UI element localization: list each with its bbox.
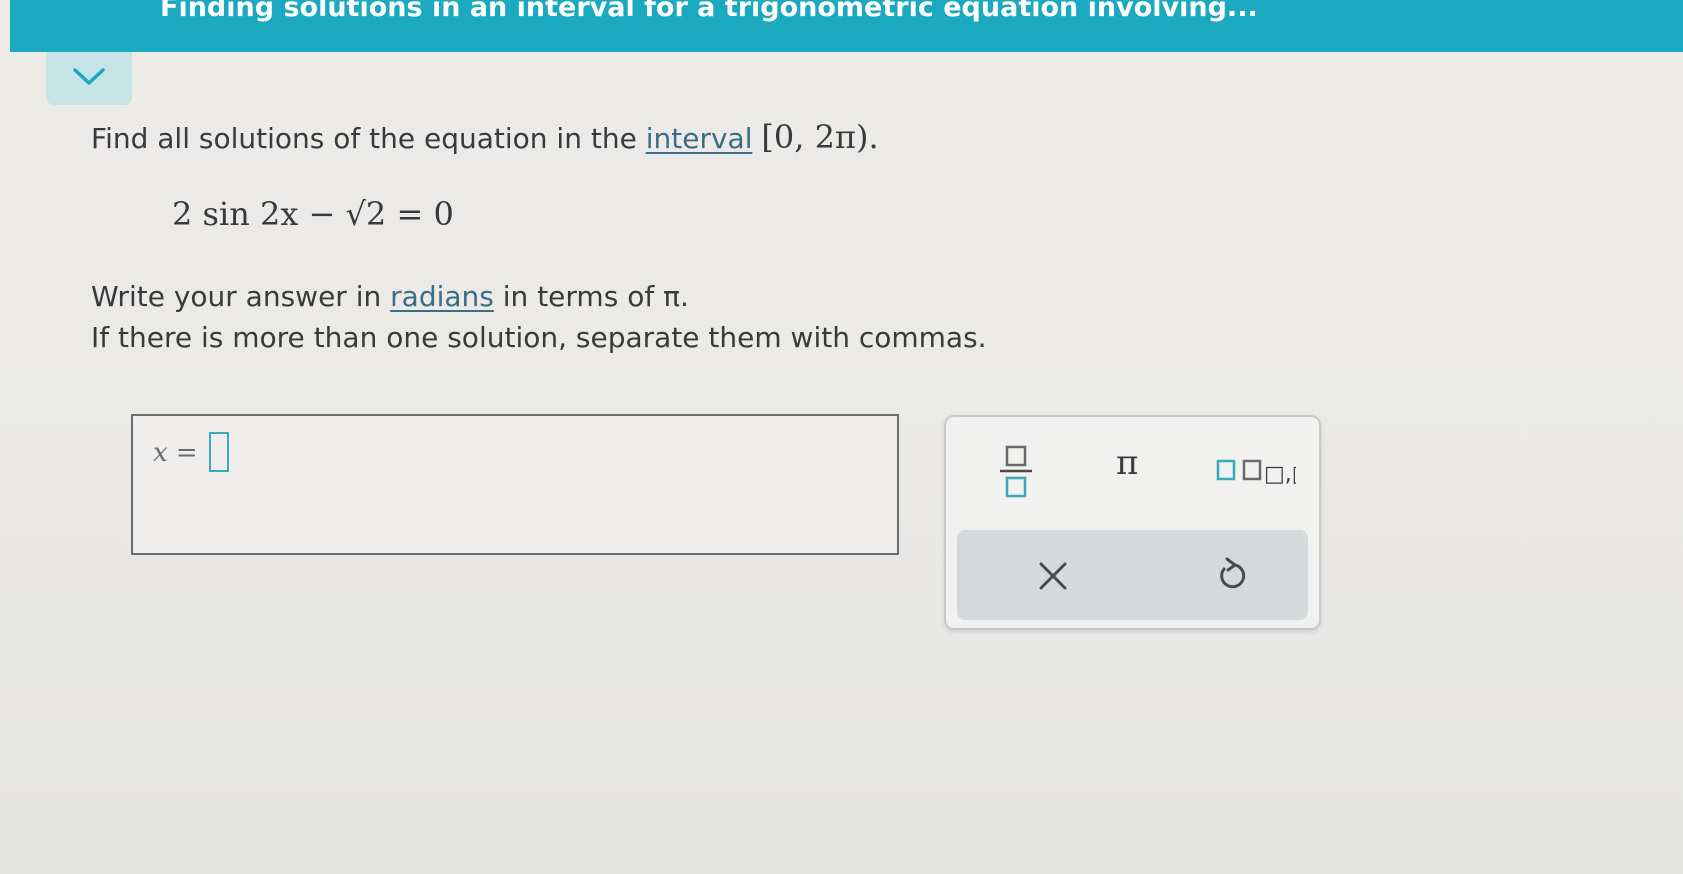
chevron-down-icon (73, 68, 105, 85)
page: Finding solutions in an interval for a t… (0, 0, 1683, 874)
math-toolbox: π □,□,... (944, 415, 1341, 630)
instruction-line: Write your answer in radians in terms of… (91, 280, 689, 313)
close-icon (1039, 562, 1067, 590)
pi-button[interactable]: π (1116, 443, 1138, 483)
list-icon: □,□,... (1216, 459, 1341, 487)
answer-input[interactable] (209, 432, 229, 472)
fraction-icon (1000, 445, 1032, 498)
equation: 2 sin 2x − √2 = 0 (172, 195, 454, 233)
instruction-suffix: in terms of π. (502, 280, 689, 313)
collapse-toggle-button[interactable] (46, 52, 132, 105)
list-label: □,□,... (1264, 462, 1296, 487)
interval-math: [0, 2π). (761, 118, 879, 156)
fraction-button[interactable] (996, 441, 1036, 501)
prompt-text: Find all solutions of the equation in th… (91, 122, 637, 155)
list-button[interactable]: □,□,... (1216, 457, 1341, 487)
answer-area[interactable]: x = (131, 414, 899, 555)
answer-label: x = (153, 438, 198, 468)
instruction-prefix: Write your answer in (91, 280, 382, 313)
page-title: Finding solutions in an interval for a t… (160, 0, 1258, 23)
header-bar: Finding solutions in an interval for a t… (10, 0, 1683, 52)
undo-button[interactable] (1211, 556, 1251, 596)
question-prompt: Find all solutions of the equation in th… (91, 118, 879, 156)
instruction-line-2: If there is more than one solution, sepa… (91, 321, 987, 354)
clear-button[interactable] (1033, 556, 1073, 596)
interval-link[interactable]: interval (646, 122, 753, 155)
radians-link[interactable]: radians (390, 280, 494, 313)
undo-icon (1220, 557, 1246, 589)
action-bar (957, 530, 1308, 620)
